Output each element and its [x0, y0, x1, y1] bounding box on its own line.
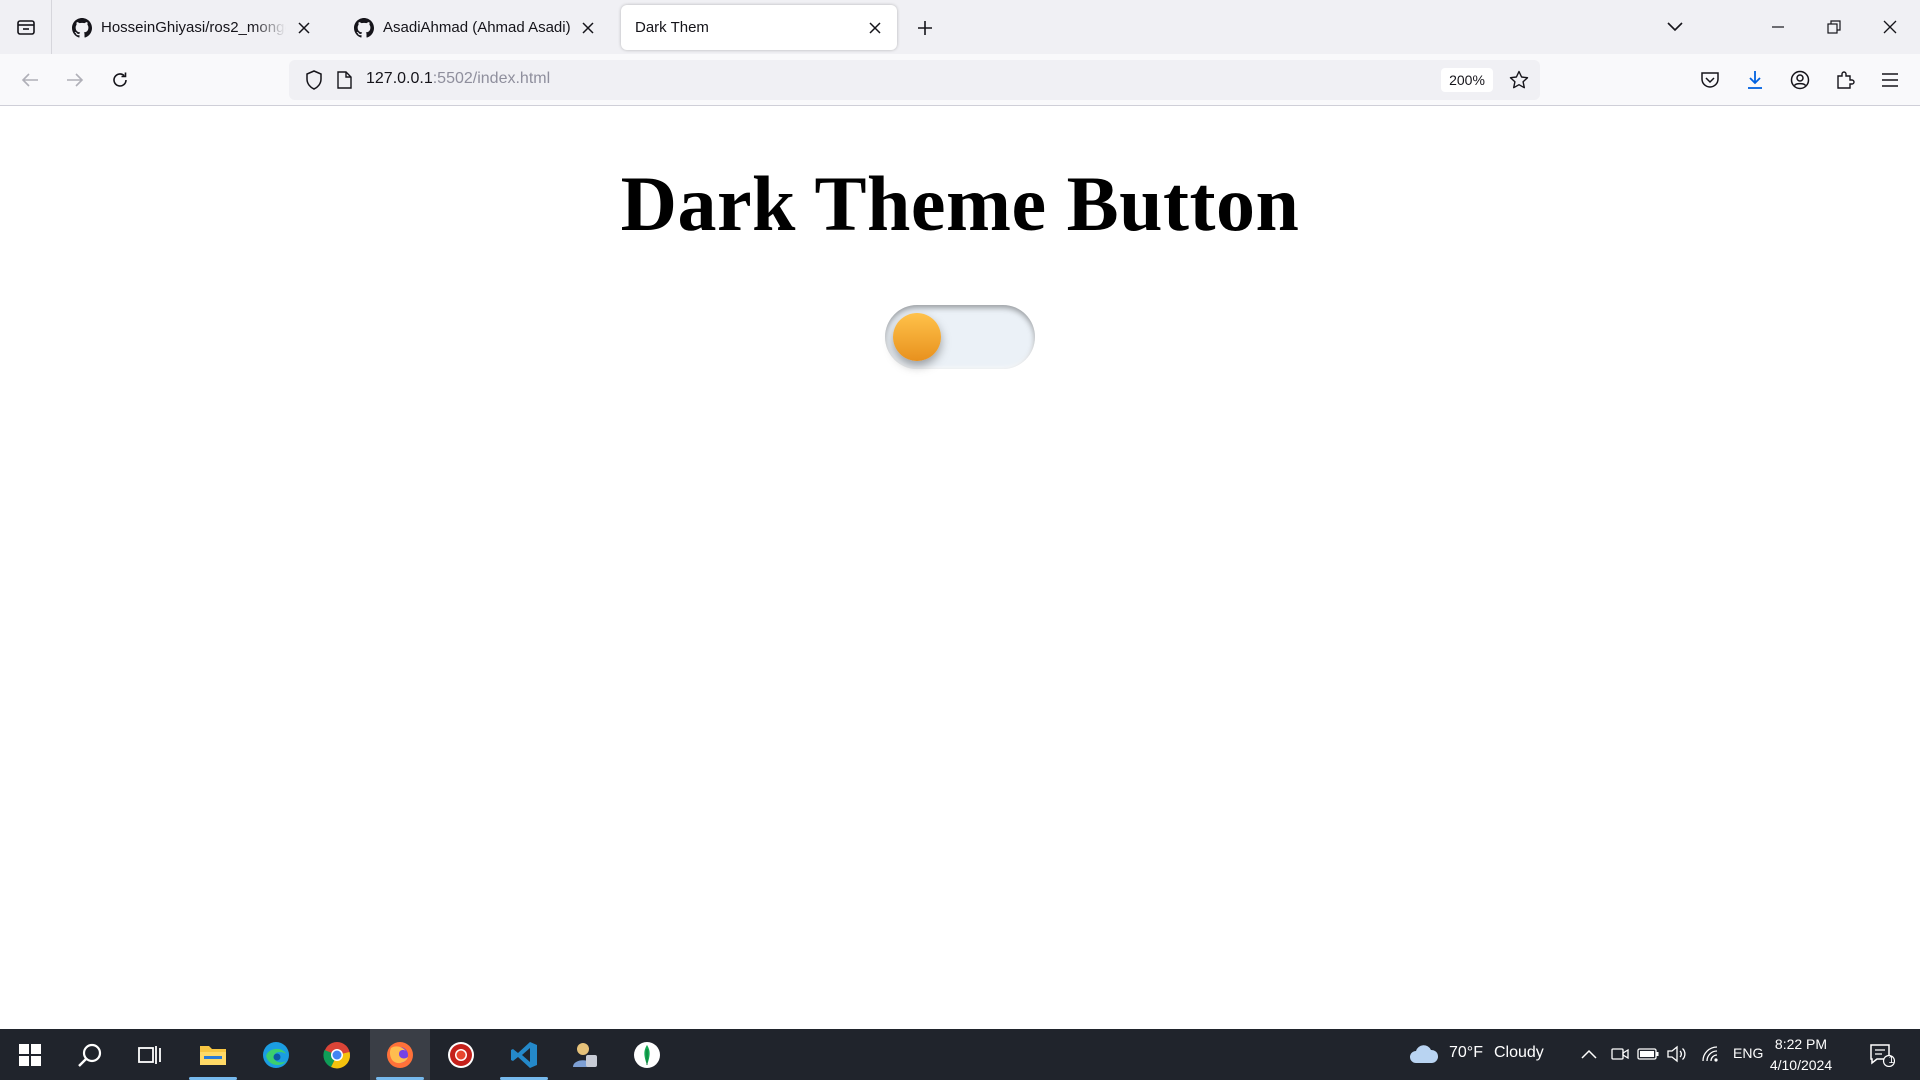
restore-button[interactable] — [1806, 0, 1862, 54]
volume-icon[interactable] — [1666, 1043, 1688, 1065]
tab-title: Dark Them — [635, 19, 709, 36]
bookmark-star-icon[interactable] — [1507, 68, 1531, 92]
task-view-button[interactable] — [120, 1029, 180, 1080]
download-icon — [1748, 71, 1762, 89]
search-icon — [78, 1043, 102, 1067]
clock[interactable]: 8:22 PM 4/10/2024 — [1758, 1034, 1844, 1076]
page-content: Dark Theme Button — [0, 107, 1920, 1029]
taskbar-vscode[interactable] — [494, 1029, 554, 1080]
tab-dark-theme[interactable]: Dark Them — [621, 5, 897, 50]
pocket-button[interactable] — [1695, 65, 1725, 95]
tab-asadiahmad[interactable]: AsadiAhmad (Ahmad Asadi) — [340, 5, 610, 50]
puzzle-icon — [1837, 71, 1855, 89]
pocket-icon — [1701, 72, 1719, 88]
url-path: :5502/index.html — [432, 70, 551, 87]
close-icon[interactable] — [576, 16, 600, 40]
hamburger-menu-icon — [1882, 73, 1898, 87]
reload-icon — [113, 72, 127, 87]
windows-start-icon — [19, 1043, 41, 1066]
minimize-icon — [1772, 26, 1784, 28]
extensions-button[interactable] — [1830, 65, 1860, 95]
taskbar-record-app[interactable] — [431, 1029, 491, 1080]
back-button[interactable] — [15, 65, 45, 95]
tab-title: AsadiAhmad (Ahmad Asadi) — [383, 19, 570, 36]
weather-condition[interactable]: Cloudy — [1494, 1044, 1544, 1062]
mongodb-compass-icon — [634, 1041, 660, 1068]
plus-icon — [918, 21, 932, 35]
url-host: 127.0.0.1 — [366, 70, 433, 87]
close-window-button[interactable] — [1862, 0, 1918, 54]
close-icon — [1883, 20, 1897, 34]
page-icon[interactable] — [335, 70, 353, 90]
arrow-left-icon — [21, 73, 38, 87]
reload-button[interactable] — [105, 65, 135, 95]
toggle-knob[interactable] — [893, 313, 941, 361]
notification-count: 1 — [1888, 1055, 1894, 1066]
navigation-toolbar: 127.0.0.1:5502/index.html 200% — [0, 54, 1920, 106]
cloud-icon[interactable] — [1408, 1041, 1440, 1067]
tab-title: HosseinGhiyasi/ros2_mongodb_ — [101, 19, 286, 36]
github-icon — [354, 17, 374, 38]
forward-button[interactable] — [60, 65, 90, 95]
app-menu-button[interactable] — [1875, 65, 1905, 95]
chevron-down-icon — [1667, 22, 1683, 32]
record-app-icon — [448, 1041, 474, 1068]
windows-taskbar: 70°F Cloudy ENG 8:22 PM 4/10/2024 1 — [0, 1029, 1920, 1080]
taskbar-user-app[interactable] — [555, 1029, 615, 1080]
taskbar-edge[interactable] — [246, 1029, 306, 1080]
downloads-button[interactable] — [1740, 65, 1770, 95]
vscode-icon — [511, 1041, 537, 1068]
arrow-right-icon — [67, 73, 84, 87]
taskbar-mongodb-compass[interactable] — [617, 1029, 677, 1080]
weather-temp[interactable]: 70°F — [1449, 1044, 1483, 1062]
battery-icon[interactable] — [1637, 1043, 1659, 1065]
list-all-tabs-button[interactable] — [1647, 0, 1703, 54]
notifications-icon[interactable]: 1 — [1867, 1040, 1897, 1070]
file-explorer-icon — [200, 1045, 226, 1065]
address-bar[interactable]: 127.0.0.1:5502/index.html 200% — [289, 60, 1540, 100]
edge-icon — [263, 1041, 289, 1068]
close-icon[interactable] — [863, 16, 887, 40]
page-title: Dark Theme Button — [620, 160, 1300, 247]
chrome-icon — [323, 1041, 350, 1068]
search-button[interactable] — [60, 1029, 120, 1080]
start-button[interactable] — [0, 1029, 60, 1080]
zoom-level-button[interactable]: 200% — [1441, 68, 1493, 92]
close-icon[interactable] — [292, 16, 316, 40]
tab-ros2-mongodb[interactable]: HosseinGhiyasi/ros2_mongodb_ — [58, 5, 326, 50]
firefox-icon — [387, 1041, 413, 1068]
taskbar-firefox[interactable] — [370, 1029, 430, 1080]
tab-list-button[interactable] — [0, 0, 52, 54]
github-icon — [72, 17, 92, 38]
clock-date: 4/10/2024 — [1769, 1057, 1833, 1073]
dark-theme-toggle[interactable] — [885, 305, 1035, 369]
taskbar-chrome[interactable] — [307, 1029, 367, 1080]
account-button[interactable] — [1785, 65, 1815, 95]
chevron-up-icon[interactable] — [1578, 1043, 1600, 1065]
shield-icon[interactable] — [304, 70, 324, 90]
taskbar-file-explorer[interactable] — [183, 1029, 243, 1080]
new-tab-button[interactable] — [910, 13, 940, 43]
user-app-icon — [573, 1042, 597, 1067]
tab-overview-icon — [16, 20, 35, 35]
task-view-icon — [138, 1045, 161, 1064]
clock-time: 8:22 PM — [1774, 1036, 1828, 1052]
wifi-icon[interactable] — [1700, 1043, 1722, 1065]
tab-strip: HosseinGhiyasi/ros2_mongodb_ AsadiAhmad … — [0, 0, 1920, 54]
restore-icon — [1827, 20, 1841, 34]
url-text[interactable]: 127.0.0.1:5502/index.html — [366, 70, 550, 88]
minimize-button[interactable] — [1750, 0, 1806, 54]
account-icon — [1790, 70, 1810, 90]
meet-now-icon[interactable] — [1609, 1043, 1631, 1065]
